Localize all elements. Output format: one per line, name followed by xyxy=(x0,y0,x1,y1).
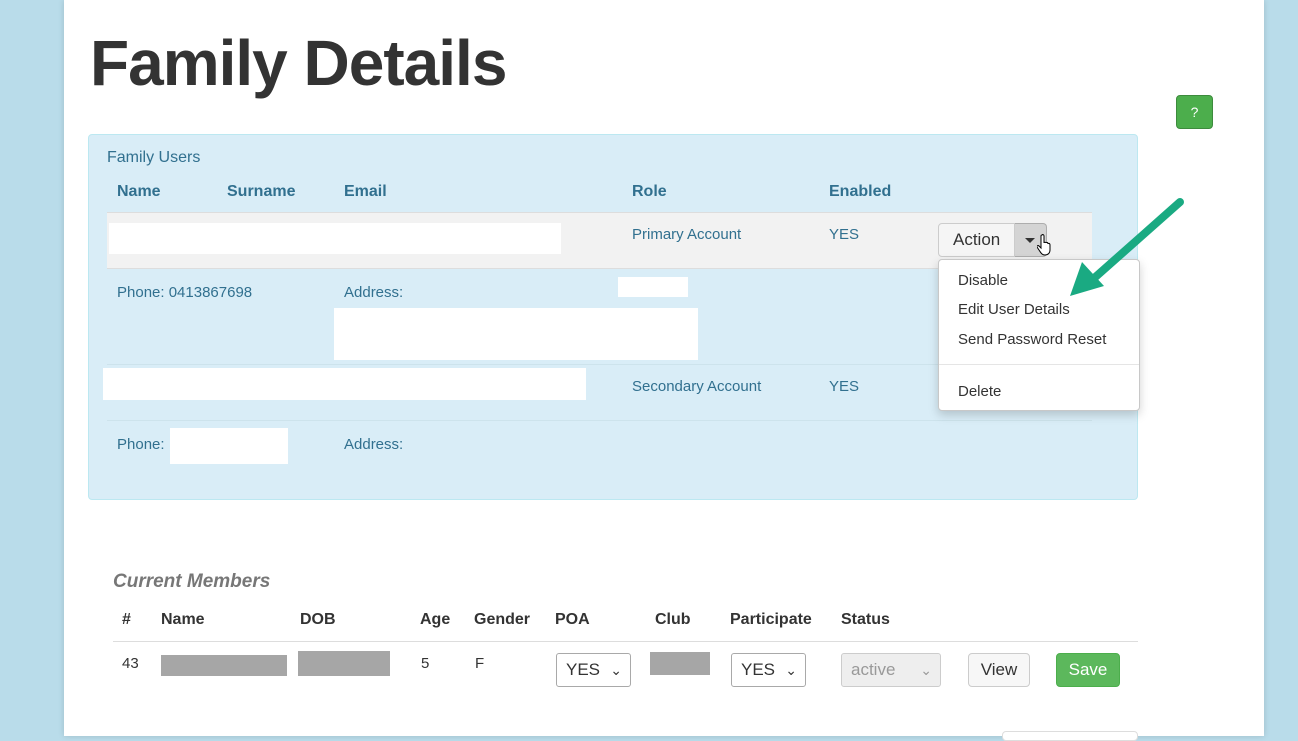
user-role: Primary Account xyxy=(632,226,742,243)
member-number: 43 xyxy=(122,655,139,672)
column-header-status: Status xyxy=(841,611,890,628)
page-title: Family Details xyxy=(90,27,507,99)
member-gender: F xyxy=(475,655,485,672)
current-members-title: Current Members xyxy=(113,571,271,592)
action-button[interactable]: Action xyxy=(938,223,1016,257)
user-address-label: Address: xyxy=(344,284,404,301)
column-header-club: Club xyxy=(655,611,691,628)
poa-select[interactable]: YES ⌄ xyxy=(556,653,631,687)
column-header-surname: Surname xyxy=(227,183,296,200)
column-header-role: Role xyxy=(632,183,667,200)
menu-item-edit-user-details[interactable]: Edit User Details xyxy=(958,301,1070,318)
column-header-name: Name xyxy=(117,183,161,200)
column-header-email: Email xyxy=(344,183,387,200)
redacted-club xyxy=(650,652,710,675)
redacted-member-name xyxy=(161,655,287,676)
participate-select-value: YES xyxy=(741,660,776,679)
column-header-gender: Gender xyxy=(474,611,531,628)
row-divider xyxy=(107,420,1092,421)
chevron-down-icon: ⌄ xyxy=(785,662,797,678)
user-enabled: YES xyxy=(829,378,860,395)
column-header-number: # xyxy=(122,611,131,628)
column-header-age: Age xyxy=(420,611,451,628)
column-header-name: Name xyxy=(161,611,205,628)
column-header-poa: POA xyxy=(555,611,590,628)
annotation-arrow-icon xyxy=(1070,198,1184,296)
pagination-stub xyxy=(1002,731,1138,741)
menu-item-disable[interactable]: Disable xyxy=(958,272,1008,289)
redacted-user-info xyxy=(109,223,561,254)
chevron-down-icon: ⌄ xyxy=(920,662,932,678)
save-button[interactable]: Save xyxy=(1056,653,1120,687)
status-select-value: active xyxy=(851,660,896,679)
column-header-participate: Participate xyxy=(730,611,812,628)
action-button-group: Action xyxy=(938,223,1051,257)
user-phone: Phone: 0413867698 xyxy=(117,284,253,301)
redacted-member-dob xyxy=(298,651,390,676)
menu-item-delete[interactable]: Delete xyxy=(958,383,1001,400)
column-header-dob: DOB xyxy=(300,611,336,628)
member-age: 5 xyxy=(421,655,430,672)
chevron-down-icon: ⌄ xyxy=(610,662,622,678)
panel-heading: Family Users xyxy=(107,149,201,166)
column-header-enabled: Enabled xyxy=(829,183,892,200)
menu-divider xyxy=(939,364,1139,365)
user-address-label: Address: xyxy=(344,436,404,453)
redacted-phone xyxy=(170,428,288,464)
menu-item-send-password-reset[interactable]: Send Password Reset xyxy=(958,331,1106,348)
table-divider xyxy=(113,641,1138,642)
user-role: Secondary Account xyxy=(632,378,762,395)
participate-select[interactable]: YES ⌄ xyxy=(731,653,806,687)
hand-cursor-icon xyxy=(1037,234,1051,256)
caret-down-icon xyxy=(1025,238,1036,243)
redacted-user-info xyxy=(103,368,586,400)
status-select: active ⌄ xyxy=(841,653,941,687)
user-enabled: YES xyxy=(829,226,860,243)
redacted-address xyxy=(334,308,698,360)
help-button[interactable]: ? xyxy=(1176,95,1213,129)
user-phone: Phone: xyxy=(117,436,165,453)
view-button[interactable]: View xyxy=(968,653,1030,687)
redacted-field xyxy=(618,277,688,297)
poa-select-value: YES xyxy=(566,660,601,679)
action-dropdown-toggle[interactable] xyxy=(1015,223,1051,257)
